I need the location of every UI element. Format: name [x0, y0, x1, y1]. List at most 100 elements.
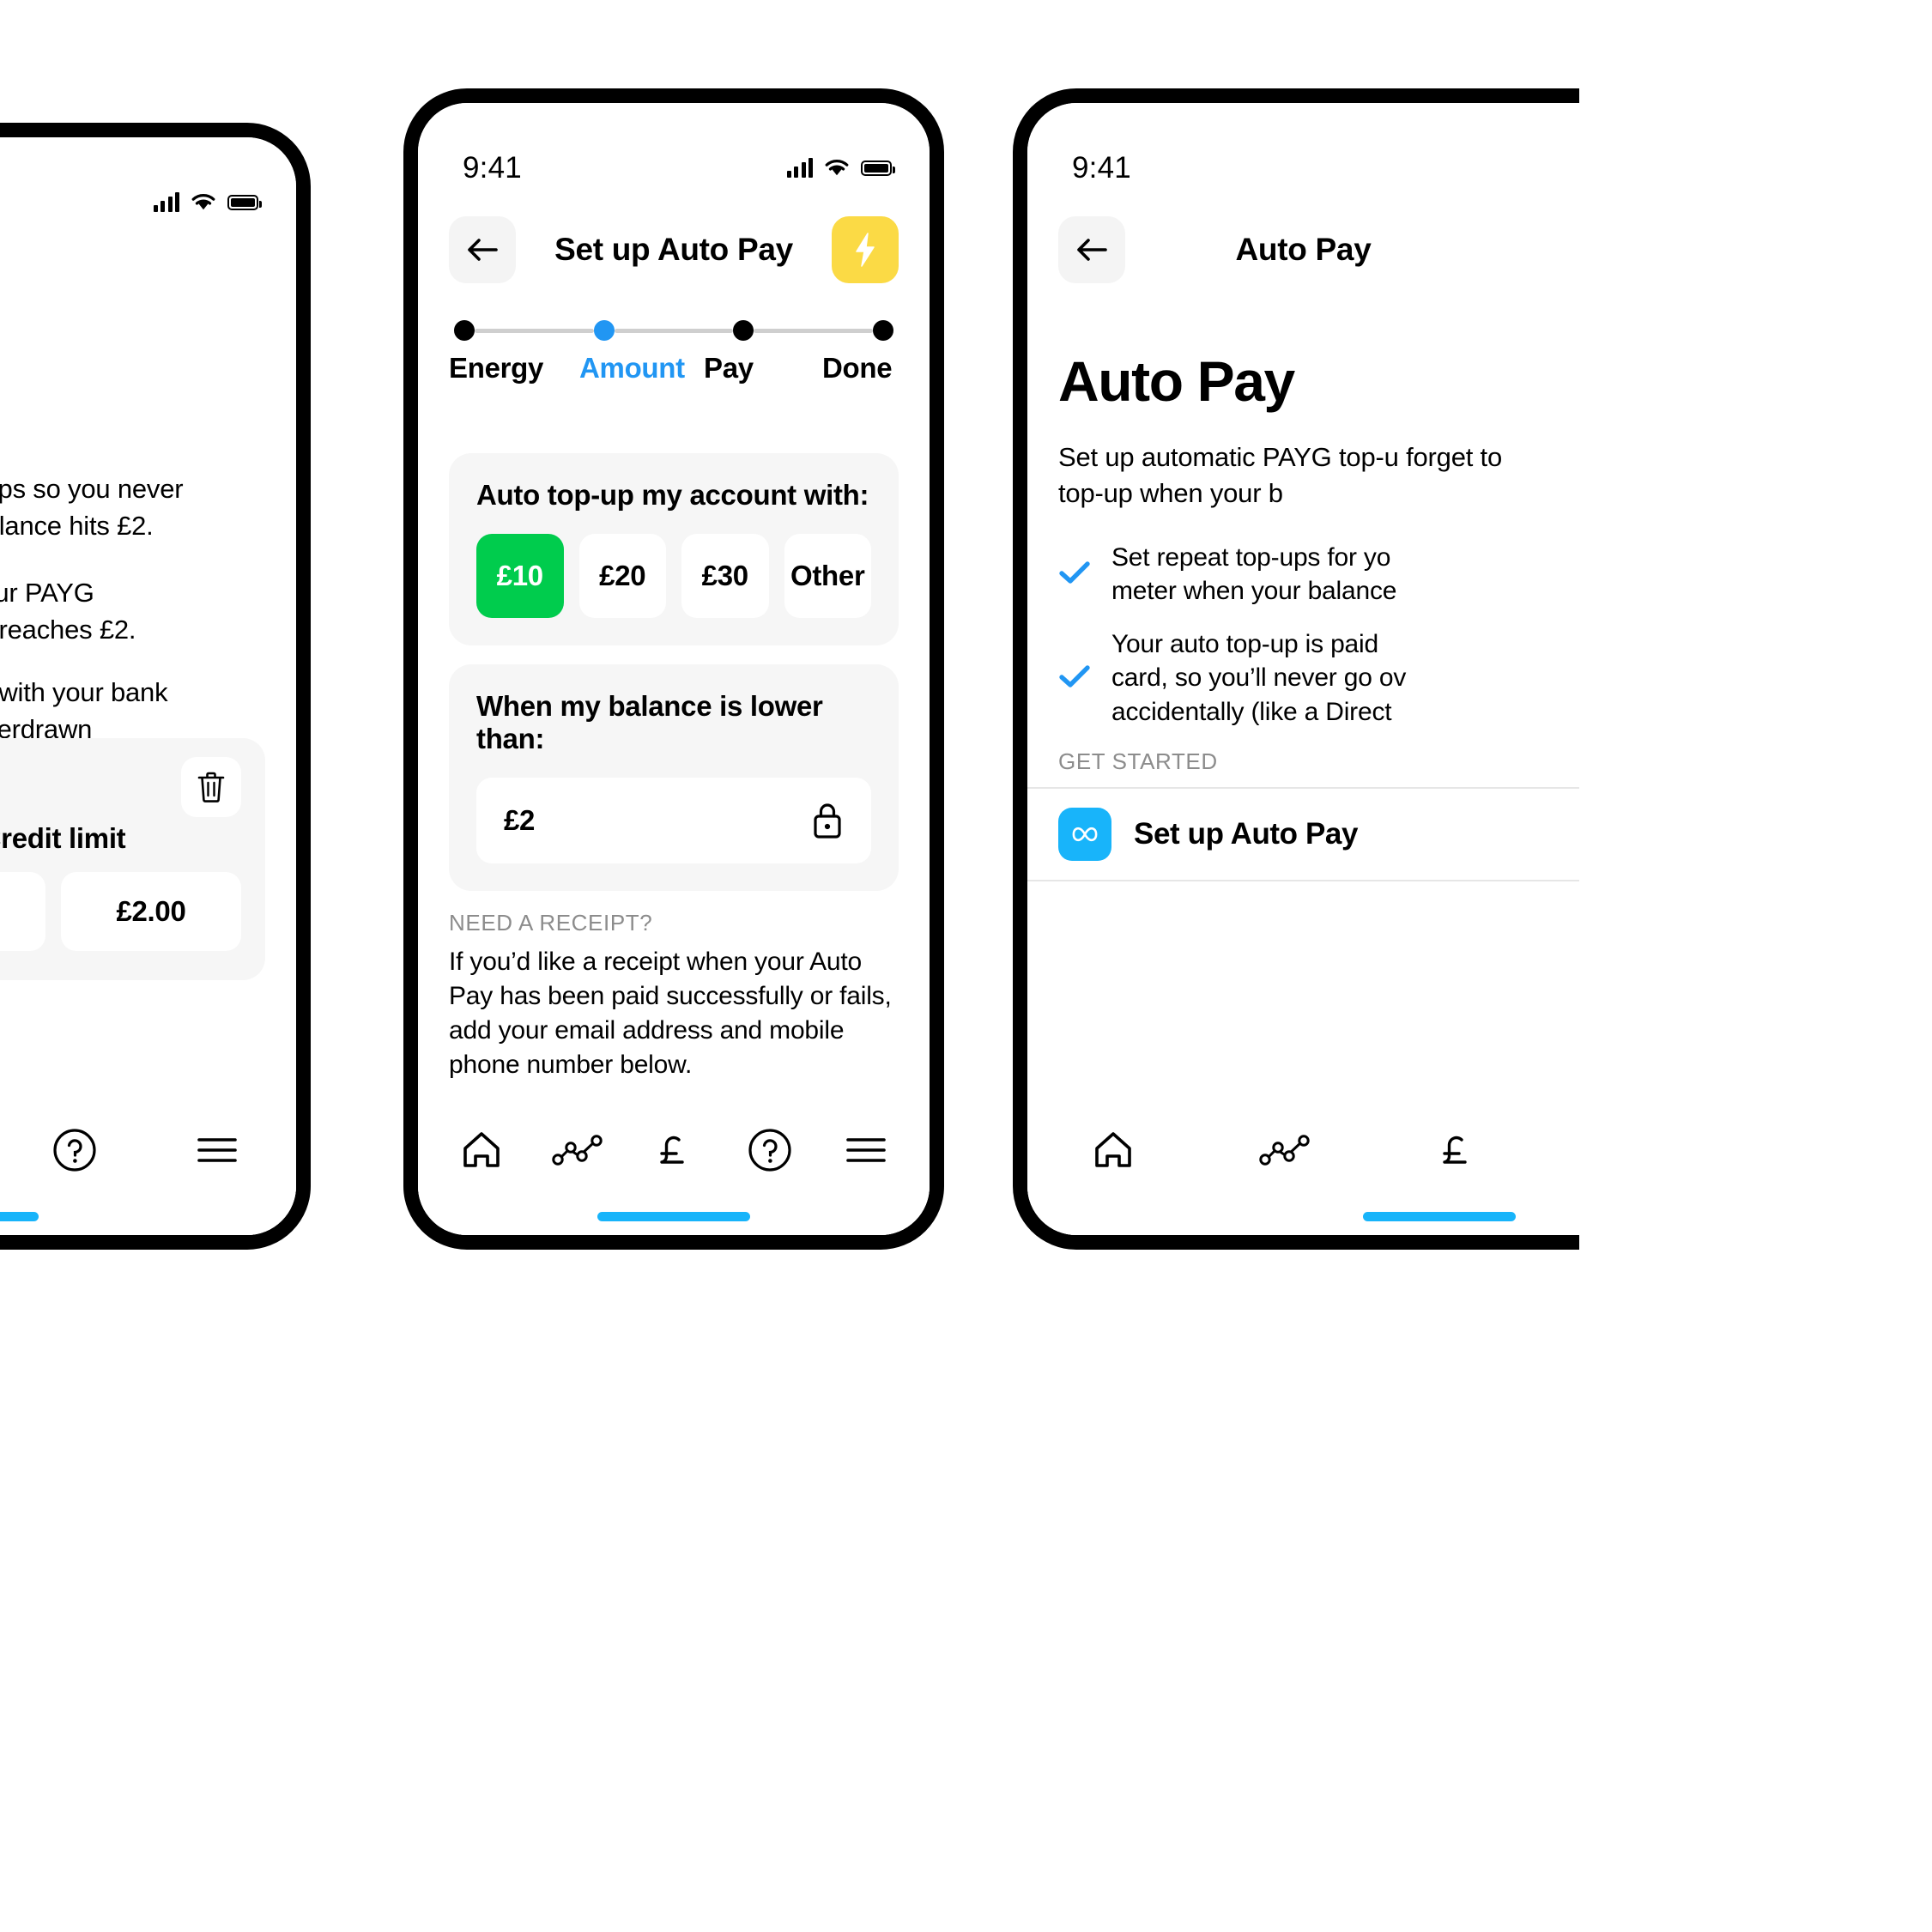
home-icon — [463, 1132, 500, 1167]
home-indicator — [597, 1212, 750, 1221]
credit-limit-value-left[interactable] — [0, 872, 45, 951]
tab-home[interactable] — [1072, 1113, 1154, 1187]
pound-icon — [660, 1136, 684, 1164]
amount-option-other[interactable]: Other — [784, 534, 871, 618]
left-bullet2-line1: op-up is paid with your bank — [0, 676, 168, 707]
amount-options: £10 £20 £30 Other — [476, 534, 871, 618]
get-started-overline: GET STARTED — [1058, 748, 1218, 774]
lightning-bolt-icon — [856, 232, 875, 267]
page-title: Auto Pay — [0, 266, 265, 302]
credit-limit-value-right[interactable]: £2.00 — [61, 872, 241, 951]
topup-amount-card: Auto top-up my account with: £10 £20 £30… — [449, 453, 899, 645]
check-icon — [1058, 663, 1091, 693]
threshold-card-title: When my balance is lower than: — [476, 690, 823, 754]
status-bar-left — [0, 137, 296, 230]
tab-bar-left — [0, 1099, 296, 1235]
home-icon — [1095, 1132, 1131, 1167]
hero-title: Auto Pay — [1058, 349, 1295, 413]
usage-graph-icon — [1259, 1135, 1310, 1166]
status-bar-right: 9:41 — [1027, 103, 1579, 196]
nav-bar-center: Set up Auto Pay — [418, 196, 930, 303]
stepper-track — [449, 318, 899, 343]
step-label-done: Done — [822, 352, 893, 384]
signal-icon — [786, 158, 813, 178]
battery-icon — [227, 195, 262, 210]
benefit-1-line-1: Set repeat top-ups for yo — [1111, 542, 1391, 572]
infinity-icon — [1058, 807, 1111, 861]
credit-limit-label: Credit limit — [0, 822, 126, 854]
screen-right: 9:41 Auto Pay Auto Pay Set up automatic … — [1027, 103, 1579, 1235]
status-icons — [153, 192, 262, 212]
status-time: 9:41 — [463, 151, 522, 185]
benefit-2-line-3: accidentally (like a Direct — [1111, 698, 1392, 727]
delete-button[interactable] — [181, 757, 241, 817]
phone-left: Auto Pay . c PAYG top-ups so you never w… — [0, 123, 311, 1250]
list-item: Your auto top-up is paid card, so you’ll… — [1058, 627, 1548, 730]
tab-pay[interactable] — [1415, 1113, 1498, 1187]
list-item: Set repeat top-ups for yo meter when you… — [1058, 541, 1548, 609]
tab-help[interactable] — [33, 1113, 116, 1187]
home-indicator — [0, 1212, 39, 1221]
lock-icon — [814, 803, 841, 839]
threshold-value: £2 — [504, 804, 536, 836]
tab-help[interactable] — [729, 1113, 811, 1187]
left-bullet1-line1: op-ups for your PAYG — [0, 578, 94, 609]
progress-stepper: Energy Amount Pay Done — [418, 318, 930, 385]
phone-right: 9:41 Auto Pay Auto Pay Set up automatic … — [1013, 88, 1579, 1250]
check-icon — [1058, 560, 1091, 590]
step-dot-energy[interactable] — [454, 320, 475, 341]
nav-bar-right: Auto Pay — [1027, 196, 1579, 303]
left-bullet1-line2: your balance reaches £2. — [0, 615, 136, 645]
step-line-1 — [475, 328, 594, 333]
wifi-icon — [191, 194, 215, 210]
tab-home[interactable] — [440, 1113, 523, 1187]
step-label-pay: Pay — [704, 352, 754, 384]
topup-card-title: Auto top-up my account with: — [476, 479, 869, 511]
threshold-value-field[interactable]: £2 — [476, 778, 871, 863]
stepper-labels: Energy Amount Pay Done — [449, 352, 899, 385]
amount-option-20[interactable]: £20 — [578, 534, 666, 618]
step-dot-pay[interactable] — [733, 320, 754, 341]
benefit-2-line-1: Your auto top-up is paid — [1111, 629, 1378, 658]
set-up-auto-pay-row[interactable]: Set up Auto Pay — [1027, 786, 1579, 881]
tab-menu[interactable] — [176, 1113, 258, 1187]
screen-left: Auto Pay . c PAYG top-ups so you never w… — [0, 137, 296, 1235]
benefit-text: Your auto top-up is paid card, so you’ll… — [1111, 627, 1406, 730]
status-icons — [786, 158, 895, 178]
tab-usage[interactable] — [536, 1113, 619, 1187]
step-label-amount: Amount — [579, 352, 685, 384]
left-intro-line1: c PAYG top-ups so you never — [0, 473, 184, 504]
help-icon — [748, 1129, 791, 1172]
back-arrow-icon — [468, 238, 498, 261]
boost-button[interactable] — [832, 215, 899, 283]
tab-usage[interactable] — [1244, 1113, 1326, 1187]
trash-icon — [197, 772, 225, 802]
back-button[interactable] — [1058, 215, 1125, 283]
step-dot-done[interactable] — [873, 320, 894, 341]
status-bar-center: 9:41 — [418, 103, 930, 196]
status-time: 9:41 — [1072, 151, 1131, 185]
receipt-section: NEED A RECEIPT? If you’d like a receipt … — [418, 910, 930, 1099]
left-intro-line2: when your balance hits £2. — [0, 510, 154, 541]
step-dot-amount[interactable] — [593, 320, 615, 341]
receipt-overline: NEED A RECEIPT? — [449, 910, 653, 936]
benefits-list: Set repeat top-ups for yo meter when you… — [1027, 541, 1579, 730]
step-line-3 — [754, 328, 874, 333]
amount-option-10[interactable]: £10 — [476, 534, 564, 618]
phone-center: 9:41 Set up Auto Pay Energy Amount Pay D… — [403, 88, 944, 1250]
page-title: Set up Auto Pay — [554, 231, 793, 267]
amount-option-30[interactable]: £30 — [681, 534, 769, 618]
wifi-icon — [825, 160, 849, 176]
back-button[interactable] — [449, 215, 516, 283]
threshold-card: When my balance is lower than: £2 — [449, 664, 899, 891]
benefit-1-line-2: meter when your balance — [1111, 577, 1397, 606]
screen-center: 9:41 Set up Auto Pay Energy Amount Pay D… — [418, 103, 930, 1235]
page-title: Auto Pay — [1235, 231, 1372, 267]
usage-graph-icon — [552, 1135, 603, 1166]
benefit-text: Set repeat top-ups for yo meter when you… — [1111, 541, 1396, 609]
step-label-energy: Energy — [449, 352, 544, 384]
tab-menu[interactable] — [825, 1113, 907, 1187]
menu-icon — [197, 1138, 237, 1162]
help-icon — [53, 1129, 96, 1172]
tab-pay[interactable] — [633, 1113, 715, 1187]
